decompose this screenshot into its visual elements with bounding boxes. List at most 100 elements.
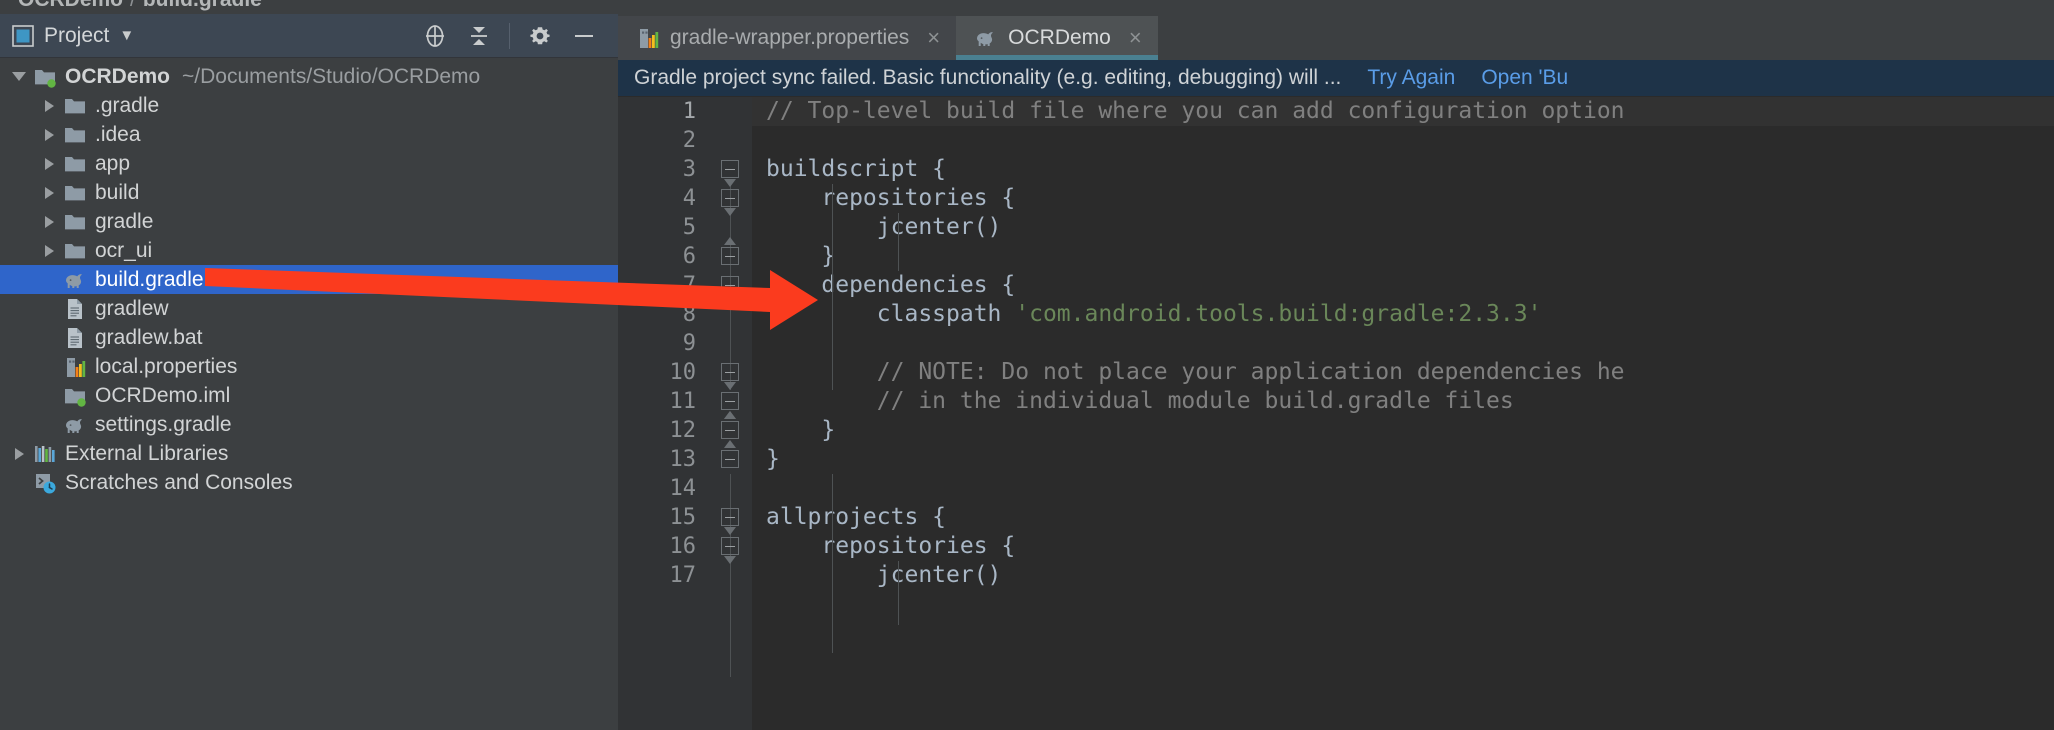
tree-item-local-properties[interactable]: local.properties — [0, 352, 618, 381]
editor-tabbar[interactable]: gradle-wrapper.properties × OCRDemo × — [618, 14, 2054, 60]
line-number[interactable]: 8 — [618, 300, 710, 329]
line-number[interactable]: 17 — [618, 561, 710, 590]
gear-icon[interactable] — [518, 18, 562, 54]
fold-marker-line11[interactable] — [721, 392, 740, 411]
fold-marker-line15[interactable] — [721, 508, 740, 527]
line-number[interactable]: 11 — [618, 387, 710, 416]
code-line[interactable]: } — [752, 445, 2054, 474]
project-panel-title-group[interactable]: Project ▼ — [12, 24, 134, 48]
fold-marker-line7[interactable] — [721, 276, 740, 295]
code-line[interactable]: // in the individual module build.gradle… — [752, 387, 2054, 416]
fold-marker-line4[interactable] — [721, 189, 740, 208]
tree-item-path: ~/Documents/Studio/OCRDemo — [182, 64, 481, 88]
fold-marker-line10[interactable] — [721, 363, 740, 382]
gradle-elephant-icon — [974, 26, 998, 50]
android-studio-window: OCRDemo / build.gradle Project ▼ — [0, 0, 2054, 730]
fold-marker-line16[interactable] — [721, 537, 740, 556]
close-icon[interactable]: × — [927, 25, 940, 51]
tree-expand-arrow-closed[interactable] — [36, 128, 62, 141]
code-line[interactable]: repositories { — [752, 184, 2054, 213]
line-number[interactable]: 7 — [618, 271, 710, 300]
tree-expand-arrow-closed[interactable] — [6, 447, 32, 460]
code-line[interactable]: jcenter() — [752, 561, 2054, 590]
code-line[interactable]: } — [752, 242, 2054, 271]
code-line[interactable]: dependencies { — [752, 271, 2054, 300]
line-number[interactable]: 15 — [618, 503, 710, 532]
code-line[interactable]: allprojects { — [752, 503, 2054, 532]
line-number-gutter[interactable]: 1 2 3 4 5 6 7 8 9 10 11 12 13 14 15 16 17 — [618, 97, 710, 730]
tree-item-build[interactable]: build — [0, 178, 618, 207]
editor-area: gradle-wrapper.properties × OCRDemo × Gradl… — [618, 14, 2054, 730]
tree-item-ocrdemo-iml[interactable]: OCRDemo.iml — [0, 381, 618, 410]
open-build-file-link[interactable]: Open 'Bu — [1481, 66, 1568, 90]
tree-expand-arrow-closed[interactable] — [36, 244, 62, 257]
tree-expand-arrow-closed[interactable] — [36, 215, 62, 228]
tree-expand-arrow-closed[interactable] — [36, 186, 62, 199]
code-line[interactable]: classpath 'com.android.tools.build:gradl… — [752, 300, 2054, 329]
collapse-all-icon[interactable] — [457, 18, 501, 54]
tree-item-settings-gradle[interactable]: settings.gradle — [0, 410, 618, 439]
code-line[interactable]: } — [752, 416, 2054, 445]
breadcrumb-project[interactable]: OCRDemo — [18, 0, 123, 12]
code-line[interactable] — [752, 474, 2054, 503]
tree-item-gradlew-bat[interactable]: gradlew.bat — [0, 323, 618, 352]
code-editor[interactable]: 1 2 3 4 5 6 7 8 9 10 11 12 13 14 15 16 17 — [618, 97, 2054, 730]
fold-marker-line6[interactable] — [721, 247, 740, 266]
tree-item-build-gradle[interactable]: build.gradle — [0, 265, 618, 294]
project-tree[interactable]: OCRDemo ~/Documents/Studio/OCRDemo .gradle… — [0, 58, 618, 730]
tree-expand-arrow-closed[interactable] — [36, 157, 62, 170]
fold-marker-line13[interactable] — [721, 450, 740, 469]
fold-marker-line3[interactable] — [721, 160, 740, 179]
line-number[interactable]: 5 — [618, 213, 710, 242]
line-number[interactable]: 16 — [618, 532, 710, 561]
chevron-down-icon[interactable]: ▼ — [119, 27, 134, 44]
line-number[interactable]: 6 — [618, 242, 710, 271]
close-icon[interactable]: × — [1129, 25, 1142, 51]
code-comment: // Top-level build file where you can ad… — [766, 98, 1625, 124]
text-file-icon — [62, 297, 88, 321]
breadcrumb-file[interactable]: build.gradle — [143, 0, 262, 12]
tree-item-app[interactable]: app — [0, 149, 618, 178]
editor-tab-ocrdemo[interactable]: OCRDemo × — [956, 16, 1158, 60]
tree-item-ocr-ui[interactable]: ocr_ui — [0, 236, 618, 265]
code-line[interactable]: buildscript { — [752, 155, 2054, 184]
code-text: } — [766, 446, 780, 472]
line-number[interactable]: 1 — [618, 97, 710, 126]
code-text-area[interactable]: // Top-level build file where you can ad… — [752, 97, 2054, 730]
tree-item-ocrdemo[interactable]: OCRDemo ~/Documents/Studio/OCRDemo — [0, 62, 618, 91]
fold-tip-line13-top — [724, 440, 736, 448]
tree-item-gradle[interactable]: .gradle — [0, 91, 618, 120]
try-again-link[interactable]: Try Again — [1367, 66, 1455, 90]
line-number[interactable]: 3 — [618, 155, 710, 184]
breadcrumb[interactable]: OCRDemo / build.gradle — [18, 0, 262, 12]
minimize-icon[interactable] — [562, 18, 606, 54]
code-line[interactable] — [752, 329, 2054, 358]
code-line[interactable]: // NOTE: Do not place your application d… — [752, 358, 2054, 387]
locate-icon[interactable] — [413, 18, 457, 54]
code-folding-gutter[interactable] — [710, 97, 752, 730]
line-number[interactable]: 4 — [618, 184, 710, 213]
code-line[interactable]: // Top-level build file where you can ad… — [752, 97, 2054, 126]
line-number[interactable]: 2 — [618, 126, 710, 155]
tree-item-external-libraries[interactable]: External Libraries — [0, 439, 618, 468]
code-line[interactable] — [752, 126, 2054, 155]
gradle-elephant-icon — [62, 268, 88, 292]
line-number[interactable]: 9 — [618, 329, 710, 358]
tree-expand-arrow-open[interactable] — [6, 72, 32, 81]
tree-expand-arrow-closed[interactable] — [36, 99, 62, 112]
line-number[interactable]: 14 — [618, 474, 710, 503]
line-number[interactable]: 12 — [618, 416, 710, 445]
fold-marker-line12[interactable] — [721, 421, 740, 440]
code-line[interactable]: jcenter() — [752, 213, 2054, 242]
code-line[interactable]: repositories { — [752, 532, 2054, 561]
tree-item-gradlew[interactable]: gradlew — [0, 294, 618, 323]
editor-tab-gradle-wrapper-properties[interactable]: gradle-wrapper.properties × — [618, 16, 957, 60]
tree-item-gradle[interactable]: gradle — [0, 207, 618, 236]
line-number[interactable]: 13 — [618, 445, 710, 474]
line-number[interactable]: 10 — [618, 358, 710, 387]
module-folder-icon — [62, 384, 88, 408]
tree-item-idea[interactable]: .idea — [0, 120, 618, 149]
tree-item-label: ocr_ui — [95, 238, 153, 262]
tree-item-scratches-and-consoles[interactable]: Scratches and Consoles — [0, 468, 618, 497]
tree-item-label: .gradle — [95, 93, 160, 117]
